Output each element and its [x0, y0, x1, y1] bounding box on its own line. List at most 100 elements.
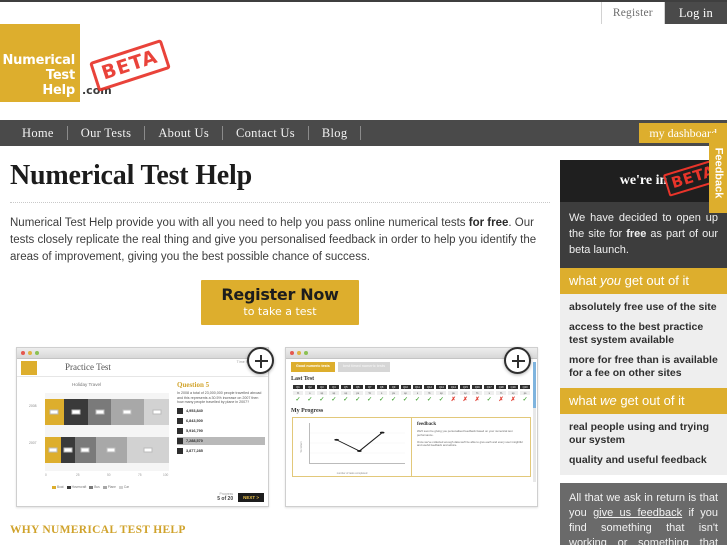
main-navigation: Home Our Tests About Us Contact Us Blog … [0, 120, 727, 146]
sidebar: we're in BETA We have decided to open up… [560, 160, 727, 545]
result-mark: ✓ [435, 396, 448, 404]
sidebar-we-bar: what we get out of it [560, 388, 727, 414]
site-logo[interactable]: Numerical Test Help [0, 24, 80, 102]
register-now-button[interactable]: Register Now to take a test [201, 280, 359, 325]
minimize-dot-icon [28, 351, 32, 355]
result-mark: ✓ [315, 396, 328, 404]
list-item: more for free than is available for a fe… [569, 354, 718, 379]
maximize-dot-icon [304, 351, 308, 355]
result-mark: ✗ [447, 396, 460, 404]
nav-item-list: Home Our Tests About Us Contact Us Blog [0, 126, 362, 141]
nav-item-contact-us[interactable]: Contact Us [223, 126, 308, 141]
intro-bold: for free [468, 217, 509, 229]
feedback-panel-title: feedback [417, 422, 437, 427]
login-button[interactable]: Log in [664, 2, 727, 24]
dashboard-tab-active[interactable]: Good numeric tests [291, 362, 335, 372]
sidebar-note: All that we ask in return is that you gi… [560, 483, 727, 545]
bar-seg-hovercraft [61, 437, 75, 463]
scrollbar-thumb[interactable] [533, 362, 536, 408]
result-mark: ✓ [411, 396, 424, 404]
feedback-paragraph-1: We'll soon be giving you personalised fe… [417, 429, 513, 437]
you-bar-post: get out of it [621, 273, 689, 288]
result-mark: ✓ [399, 396, 412, 404]
answer-option-selected[interactable]: 7,288,570 [177, 436, 265, 445]
nav-item-our-tests[interactable]: Our Tests [68, 126, 145, 141]
result-mark: ✓ [327, 396, 340, 404]
xtick-50: 50 [107, 473, 111, 477]
why-section-heading: WHY NUMERICAL TEST HELP [10, 524, 186, 536]
we-bar-post: get out of it [616, 393, 685, 408]
my-progress-heading: My Progress [291, 408, 324, 414]
xtick-100: 100 [163, 473, 169, 477]
list-item: real people using and trying our system [569, 421, 710, 446]
sidebar-we-list: real people using and trying our system … [560, 414, 727, 475]
page-root: Register Log in Numerical Test Help .com… [0, 0, 727, 545]
logo-text: Numerical Test Help [3, 53, 76, 98]
result-mark: ✓ [292, 396, 304, 404]
answer-option[interactable]: 6,843,500 [177, 416, 265, 425]
close-dot-icon [21, 351, 25, 355]
progress-indicator: Progress 5 of 20 [217, 492, 233, 502]
progress-line-svg [310, 431, 405, 454]
screenshot-dashboard[interactable]: Good numeric tests best timed numeric te… [285, 347, 538, 507]
screenshot-practice-test[interactable]: Practice Test Time Remaining 09:47 Holid… [16, 347, 269, 507]
answer-option[interactable]: 4,953,840 [177, 406, 265, 415]
nav-item-blog[interactable]: Blog [309, 126, 361, 141]
legend-hovercraft: Hovercraft [66, 485, 86, 489]
legend-boat: Boat [52, 485, 64, 489]
dashboard-tabs: Good numeric tests best timed numeric te… [286, 359, 537, 372]
window-titlebar [286, 348, 537, 359]
scrollbar[interactable] [533, 362, 536, 482]
bar-seg-bus [74, 437, 96, 463]
legend-car: Car [118, 485, 129, 489]
logo-line-3: Help [42, 83, 75, 98]
top-utility-bar: Register Log in [0, 0, 727, 24]
result-mark: ✗ [471, 396, 484, 404]
practice-test-title: Practice Test [65, 362, 111, 372]
logo-line-2: Test [45, 68, 75, 83]
option-marker [177, 427, 183, 434]
list-item: access to the best practice test system … [569, 321, 704, 346]
give-us-feedback-link[interactable]: give us feedback [593, 507, 682, 519]
answer-option[interactable]: 5,916,790 [177, 426, 265, 435]
title-divider [10, 202, 550, 203]
bar-seg-hovercraft [63, 399, 89, 425]
result-mark: ✓ [351, 396, 364, 404]
answer-option[interactable]: 3,877,285 [177, 446, 265, 455]
progress-xlabel: number of tests completed [336, 472, 368, 475]
result-mark: ✓ [375, 396, 388, 404]
progress-panel: % correct number of tests completed feed… [292, 417, 531, 477]
option-marker [177, 407, 183, 414]
dashboard-tab-inactive[interactable]: best timed numeric tests [337, 362, 391, 372]
register-now-label: Register Now [221, 285, 339, 304]
progress-chart: % correct number of tests completed [293, 418, 411, 476]
xtick-0: 0 [45, 473, 47, 477]
practice-test-body: Holiday Travel 2008 2007 0 25 50 75 100 … [17, 377, 268, 506]
minimize-dot-icon [297, 351, 301, 355]
last-test-heading: Last Test [291, 376, 315, 382]
intro-paragraph: Numerical Test Help provide you with all… [10, 215, 550, 266]
register-link[interactable]: Register [600, 2, 665, 24]
we-bar-em: we [600, 393, 617, 408]
feedback-paragraph-2: Once we've collected enough data we'll b… [417, 439, 523, 448]
feedback-tab[interactable]: Feedback [709, 133, 727, 213]
practice-test-header: Practice Test Time Remaining 09:47 [17, 359, 268, 377]
zoom-in-icon[interactable] [504, 347, 531, 374]
bar-seg-bus [88, 399, 111, 425]
zoom-in-icon[interactable] [247, 347, 274, 374]
next-button[interactable]: NEXT > [238, 493, 264, 502]
masthead: Numerical Test Help .com BETA 👍 Like f 1… [0, 24, 727, 141]
bar-ylabel-2007: 2007 [29, 441, 37, 445]
you-bar-pre: what [569, 273, 601, 288]
intro-text-1: Numerical Test Help provide you with all… [10, 217, 469, 229]
sidebar-you-bar: what you get out of it [560, 268, 727, 294]
close-dot-icon [290, 351, 294, 355]
register-cta-wrap: Register Now to take a test [10, 280, 550, 325]
nav-item-home[interactable]: Home [9, 126, 67, 141]
bar-ylabel-2008: 2008 [29, 404, 37, 408]
practice-test-logo [21, 361, 37, 375]
screenshot-gallery: Practice Test Time Remaining 09:47 Holid… [10, 343, 550, 518]
you-bar-em: you [600, 273, 622, 288]
option-marker [177, 417, 183, 424]
nav-item-about-us[interactable]: About Us [145, 126, 222, 141]
